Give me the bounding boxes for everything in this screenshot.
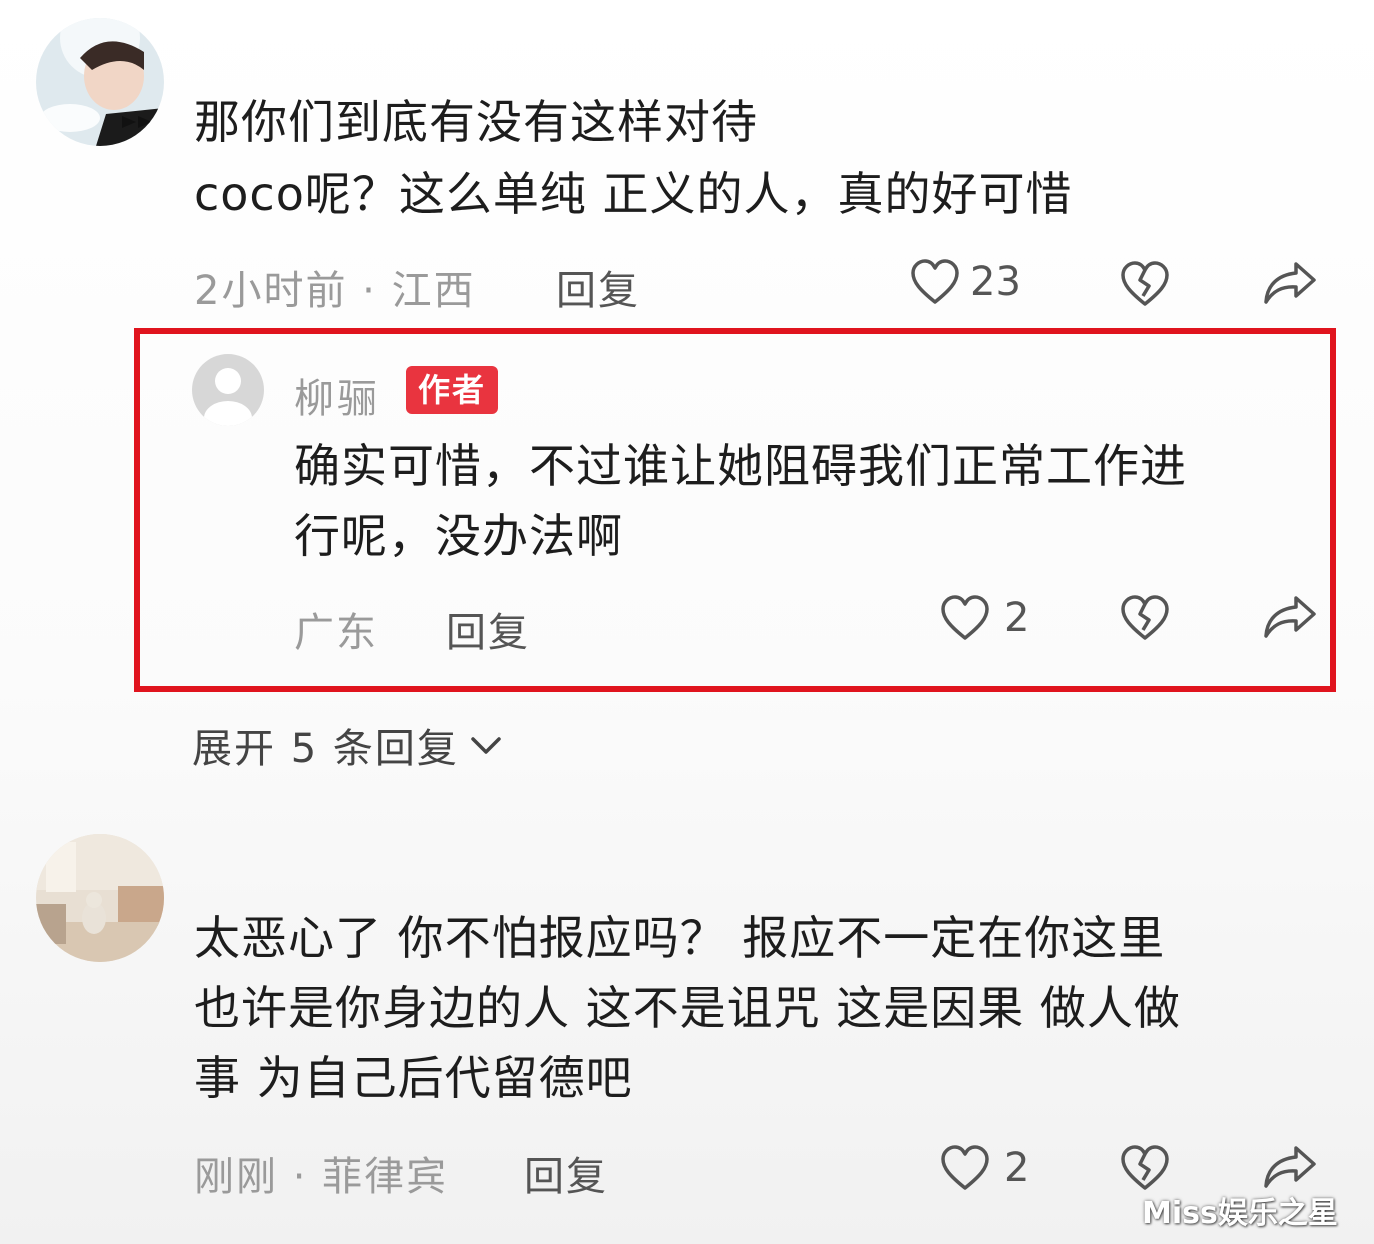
like-button[interactable]: 23 bbox=[910, 258, 1021, 306]
avatar[interactable] bbox=[36, 18, 164, 146]
expand-replies-button[interactable]: 展开 5 条回复 bbox=[192, 716, 503, 774]
heart-icon bbox=[941, 595, 989, 640]
chevron-down-icon bbox=[471, 737, 501, 754]
comment-meta: 2小时前 · 江西 bbox=[194, 268, 476, 314]
share-button[interactable] bbox=[1262, 594, 1318, 640]
expand-replies-label: 展开 5 条回复 bbox=[192, 726, 459, 772]
author-badge: 作者 bbox=[406, 366, 499, 414]
share-icon bbox=[1264, 596, 1316, 638]
comment-text-line: 也许是你身边的人 这不是诅咒 这是因果 做人做 bbox=[194, 981, 1181, 1035]
like-button[interactable]: 2 bbox=[940, 1144, 1029, 1192]
author-name[interactable]: 柳骊 bbox=[294, 366, 380, 424]
comment-text-line: 那你们到底有没有这样对待 bbox=[194, 95, 758, 149]
share-button[interactable] bbox=[1262, 260, 1318, 306]
comment-text-line: 太恶心了 你不怕报应吗？ 报应不一定在你这里 bbox=[194, 911, 1166, 965]
comment-text-line: 事 为自己后代留德吧 bbox=[194, 1051, 633, 1105]
reply-text-line: 行呢，没办法啊 bbox=[294, 509, 623, 563]
like-count: 2 bbox=[1004, 1145, 1030, 1191]
reply-button[interactable]: 回复 bbox=[446, 600, 530, 658]
like-button[interactable]: 2 bbox=[940, 594, 1029, 642]
broken-heart-icon bbox=[1121, 261, 1169, 306]
heart-icon bbox=[911, 259, 959, 304]
reply-meta: 广东 bbox=[294, 610, 378, 656]
share-icon bbox=[1264, 262, 1316, 304]
like-count: 23 bbox=[970, 259, 1021, 305]
comment-text-line: coco呢？这么单纯 正义的人，真的好可惜 bbox=[194, 167, 1073, 221]
reply-button[interactable]: 回复 bbox=[524, 1144, 608, 1202]
avatar[interactable] bbox=[36, 834, 164, 962]
broken-heart-icon bbox=[1121, 595, 1169, 640]
broken-heart-icon bbox=[1121, 1145, 1169, 1190]
avatar[interactable] bbox=[192, 354, 264, 426]
reply-button[interactable]: 回复 bbox=[556, 258, 640, 316]
dislike-button[interactable] bbox=[1120, 260, 1170, 308]
heart-icon bbox=[941, 1145, 989, 1190]
dislike-button[interactable] bbox=[1120, 1144, 1170, 1192]
dislike-button[interactable] bbox=[1120, 594, 1170, 642]
reply-text-line: 确实可惜，不过谁让她阻碍我们正常工作进 bbox=[294, 439, 1187, 493]
comment-meta: 刚刚 · 菲律宾 bbox=[194, 1154, 449, 1200]
like-count: 2 bbox=[1004, 595, 1030, 641]
watermark: Miss娱乐之星 bbox=[1142, 1196, 1338, 1231]
share-button[interactable] bbox=[1262, 1144, 1318, 1190]
share-icon bbox=[1264, 1146, 1316, 1188]
